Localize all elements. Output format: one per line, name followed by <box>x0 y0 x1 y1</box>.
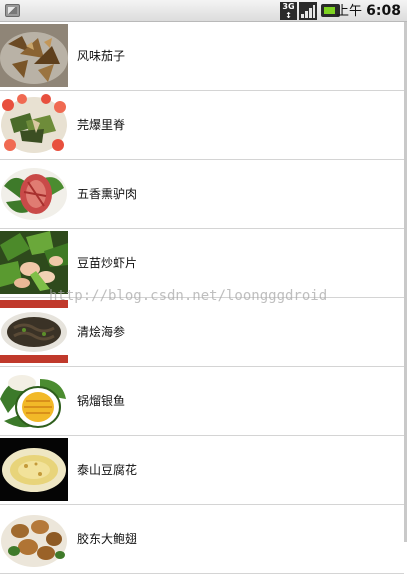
clock: 上午 6:08 <box>336 2 401 20</box>
dish-name: 风味茄子 <box>77 49 126 63</box>
shrimp-photo <box>0 231 68 294</box>
abalone-photo <box>0 507 68 570</box>
silverfish-photo <box>0 369 68 432</box>
list-item[interactable]: 泰山豆腐花 <box>0 436 404 505</box>
list-item[interactable]: 豆苗炒虾片 <box>0 229 404 298</box>
signal-icon <box>299 2 317 20</box>
3g-icon: 3G ↕ <box>280 2 297 20</box>
list-item[interactable]: 锅熘银鱼 <box>0 367 404 436</box>
list-item[interactable]: 芫爆里脊 <box>0 91 404 160</box>
tofu-photo <box>0 438 68 501</box>
dish-name: 泰山豆腐花 <box>77 463 138 477</box>
dish-name: 清烩海参 <box>77 325 126 339</box>
dish-name: 五香熏驴肉 <box>77 187 138 201</box>
dish-name: 胶东大鲍翅 <box>77 532 138 546</box>
dish-list[interactable]: 风味茄子 芫爆里脊 五香熏驴肉 豆苗炒虾片 清烩海参 锅熘银鱼 泰山豆腐花 胶东… <box>0 22 404 574</box>
sea-cucumber-photo <box>0 300 68 363</box>
notification-icon[interactable] <box>5 4 20 17</box>
clock-period: 上午 <box>336 4 363 19</box>
tenderloin-photo <box>0 93 68 156</box>
eggplant-photo <box>0 24 68 87</box>
dish-name: 芫爆里脊 <box>77 118 126 132</box>
list-item[interactable]: 清烩海参 <box>0 298 404 367</box>
dish-name: 锅熘银鱼 <box>77 394 126 408</box>
list-item[interactable]: 风味茄子 <box>0 22 404 91</box>
donkey-meat-photo <box>0 162 68 225</box>
list-item[interactable]: 五香熏驴肉 <box>0 160 404 229</box>
data-activity-arrows: ↕ <box>285 11 292 20</box>
list-item[interactable]: 胶东大鲍翅 <box>0 505 404 574</box>
status-bar: 3G ↕ 上午 6:08 <box>0 0 407 22</box>
clock-time: 6:08 <box>366 3 401 19</box>
dish-name: 豆苗炒虾片 <box>77 256 138 270</box>
network-type-label: 3G <box>282 2 295 11</box>
